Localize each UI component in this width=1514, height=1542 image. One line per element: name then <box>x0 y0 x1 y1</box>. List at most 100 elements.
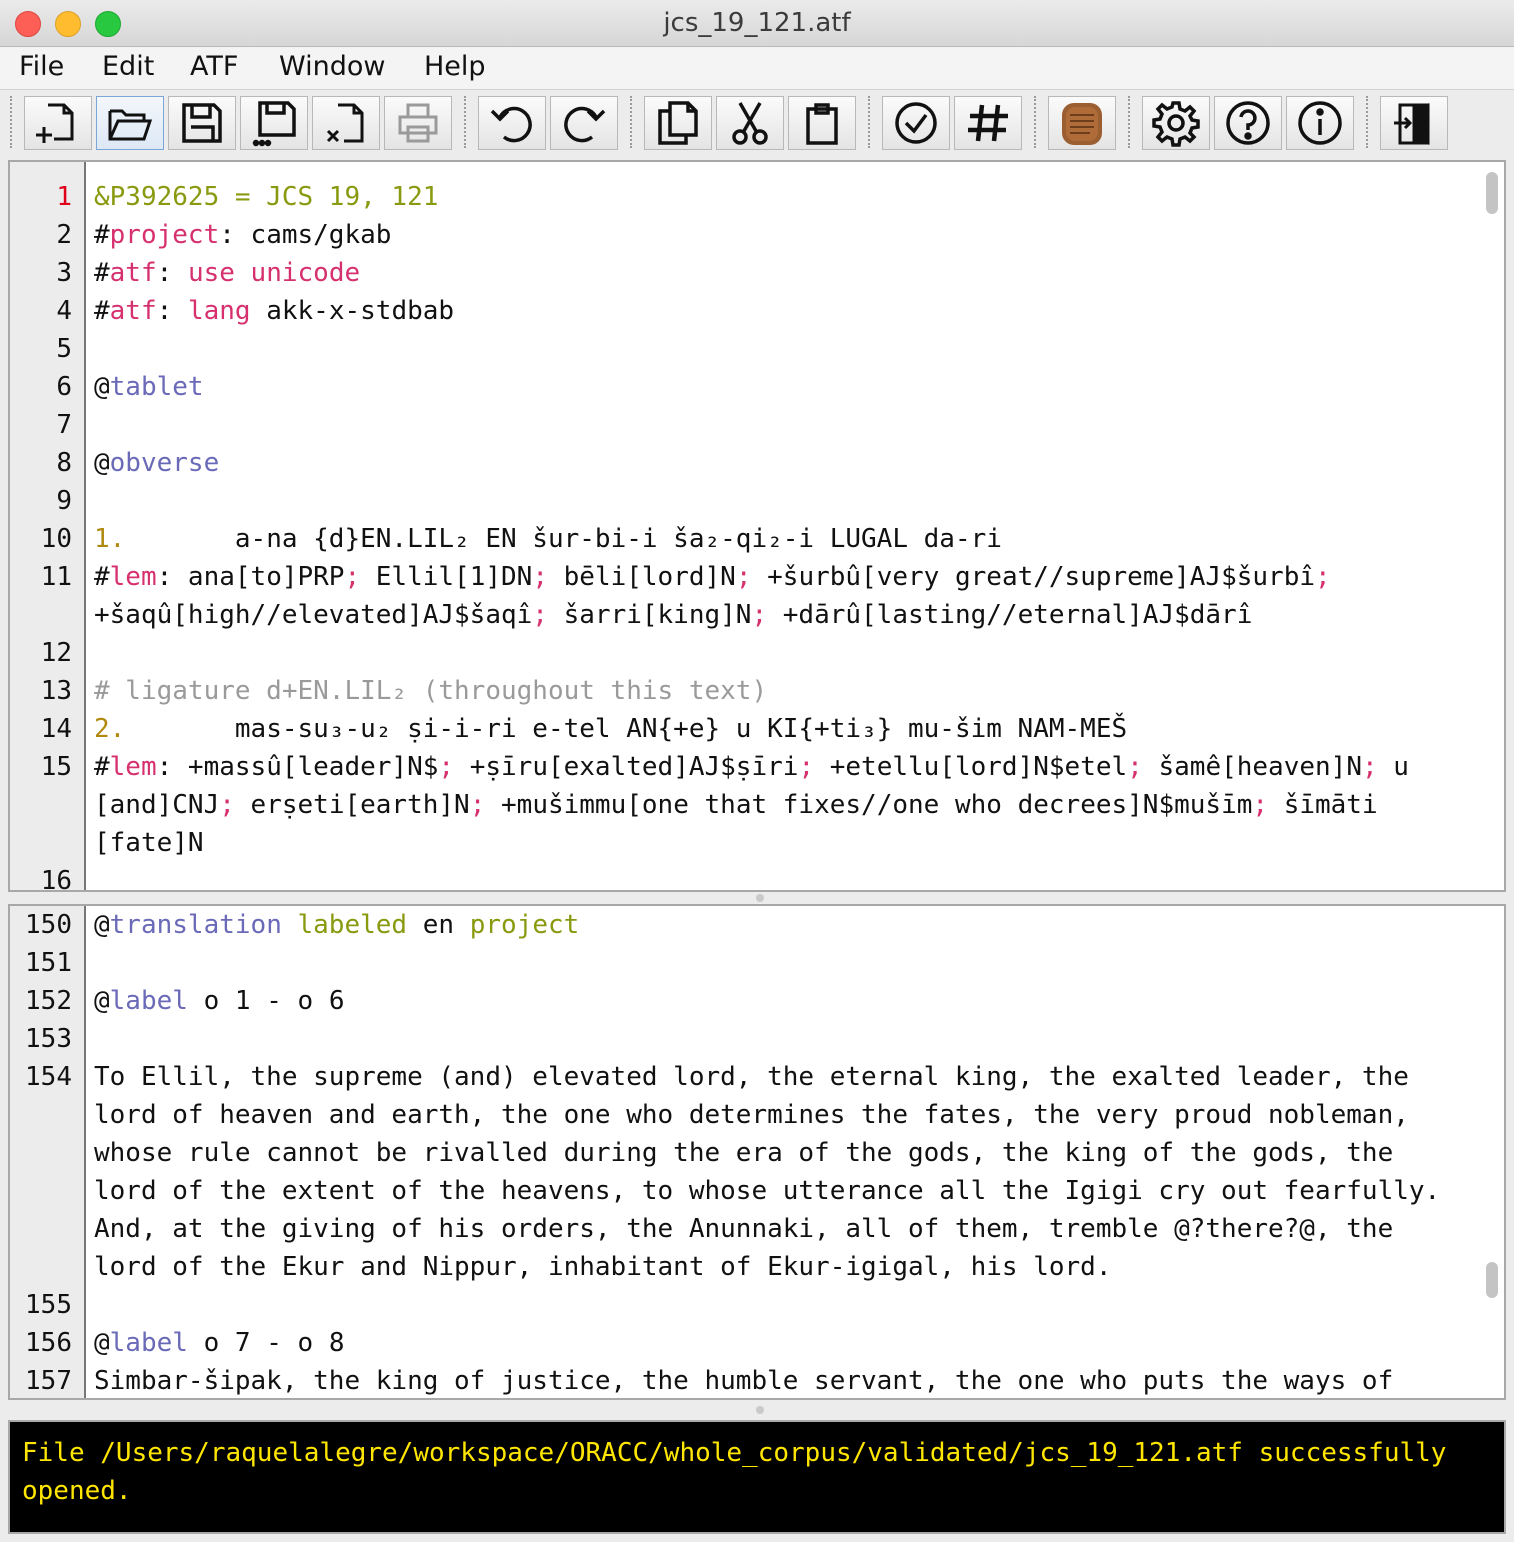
code-area[interactable]: 150 @translation labeled en project 151 152… <box>10 906 1504 1398</box>
splitter-handle[interactable] <box>756 1406 764 1414</box>
open-file-button[interactable] <box>96 96 164 150</box>
code-line[interactable]: 150 @translation labeled en project <box>10 906 1504 944</box>
lemmatise-button[interactable] <box>954 96 1022 150</box>
code-line[interactable]: 10 1. a-na {d}EN.LIL₂ EN šur-bi-i ša₂-qi₂… <box>10 520 1504 558</box>
token: a-na {d}EN.LIL₂ EN šur-bi-i ša₂-qi₂-i LU… <box>125 524 1002 554</box>
code-line[interactable]: 152 @label o 1 - o 6 <box>10 982 1504 1020</box>
code-line[interactable]: 155 <box>10 1286 1504 1324</box>
code-line[interactable]: 7 <box>10 406 1504 444</box>
validate-button[interactable] <box>882 96 950 150</box>
code-line[interactable]: 154 To Ellil, the supreme (and) elevated … <box>10 1058 1504 1286</box>
code-line[interactable]: 3 #atf: use unicode <box>10 254 1504 292</box>
print-icon <box>398 103 438 143</box>
menu-atf[interactable]: ATF <box>190 51 238 82</box>
atf-editor-main[interactable]: 1 &P392625 = JCS 19, 121 2 #project: cams/g… <box>8 160 1506 892</box>
line-text[interactable]: @label o 7 - o 8 <box>94 1324 1464 1362</box>
code-line[interactable]: 153 <box>10 1020 1504 1058</box>
exit-button[interactable] <box>1380 96 1448 150</box>
token: šarri[king]N <box>563 600 752 630</box>
code-line[interactable]: 157 Simbar-šipak, the king of justice, th… <box>10 1362 1504 1398</box>
console-output: File /Users/raquelalegre/workspace/ORACC… <box>8 1420 1506 1534</box>
code-line[interactable]: 11 #lem: ana[to]PRP; Ellil[1]DN; bēli[lor… <box>10 558 1504 634</box>
line-text[interactable]: #lem: +massû[leader]N$; +ṣīru[exalted]AJ… <box>94 748 1464 862</box>
token: 1. <box>94 524 126 554</box>
line-text[interactable]: 1. a-na {d}EN.LIL₂ EN šur-bi-i ša₂-qi₂-i… <box>94 520 1464 558</box>
code-line[interactable]: 6 @tablet <box>10 368 1504 406</box>
token: +etellu[lord]N$etel <box>829 752 1128 782</box>
splitter-handle[interactable] <box>756 894 764 902</box>
vertical-scrollbar-thumb[interactable] <box>1486 1262 1498 1298</box>
vertical-scrollbar-thumb[interactable] <box>1486 172 1498 214</box>
line-text[interactable]: #project: cams/gkab <box>94 216 1464 254</box>
new-file-button[interactable] <box>24 96 92 150</box>
line-text[interactable]: # ligature d+EN.LIL₂ (throughout this te… <box>94 672 1464 710</box>
paste-button[interactable] <box>788 96 856 150</box>
token: lem <box>109 752 157 782</box>
code-line[interactable]: 9 <box>10 482 1504 520</box>
print-button[interactable] <box>384 96 452 150</box>
undo-icon <box>490 106 532 143</box>
toolbar-separator <box>630 96 636 148</box>
code-line[interactable]: 151 <box>10 944 1504 982</box>
atf-editor-split[interactable]: 150 @translation labeled en project 151 152… <box>8 904 1506 1400</box>
menu-help[interactable]: Help <box>424 51 486 82</box>
line-number: 16 <box>40 866 72 892</box>
line-text[interactable]: 2. mas-su₃-u₂ ṣi-i-ri e-tel AN{+e} u KI{… <box>94 710 1464 748</box>
line-text[interactable]: #lem: ana[to]PRP; Ellil[1]DN; bēli[lord]… <box>94 558 1464 634</box>
menu-file[interactable]: File <box>19 51 64 82</box>
line-text[interactable]: @label o 1 - o 6 <box>94 982 1464 1020</box>
info-button[interactable] <box>1286 96 1354 150</box>
line-text[interactable]: @obverse <box>94 444 1464 482</box>
toolbar-grip[interactable] <box>10 96 16 148</box>
line-text[interactable]: To Ellil, the supreme (and) elevated lor… <box>94 1058 1464 1286</box>
help-button[interactable] <box>1214 96 1282 150</box>
code-line[interactable]: 13 # ligature d+EN.LIL₂ (throughout this … <box>10 672 1504 710</box>
code-line[interactable]: 14 2. mas-su₃-u₂ ṣi-i-ri e-tel AN{+e} u K… <box>10 710 1504 748</box>
token: # ligature d+EN.LIL₂ (throughout this te… <box>94 676 768 706</box>
token: : <box>156 258 188 288</box>
paste-icon <box>806 103 838 145</box>
line-text[interactable]: @tablet <box>94 368 1464 406</box>
line-number: 157 <box>25 1366 72 1396</box>
editor-splitter[interactable] <box>8 892 1506 904</box>
undo-button[interactable] <box>478 96 546 150</box>
menu-window[interactable]: Window <box>279 51 385 82</box>
window-title: jcs_19_121.atf <box>663 8 851 38</box>
token: &P392625 = JCS 19, 121 <box>94 182 439 212</box>
line-text[interactable]: #atf: lang akk-x-stdbab <box>94 292 1464 330</box>
cut-button[interactable] <box>716 96 784 150</box>
code-line[interactable]: 156 @label o 7 - o 8 <box>10 1324 1504 1362</box>
code-line[interactable]: 1 &P392625 = JCS 19, 121 <box>10 178 1504 216</box>
token: akk-x-stdbab <box>250 296 455 326</box>
save-button[interactable] <box>168 96 236 150</box>
token: @ <box>94 372 110 402</box>
code-line[interactable]: 15 #lem: +massû[leader]N$; +ṣīru[exalted]… <box>10 748 1504 862</box>
redo-button[interactable] <box>550 96 618 150</box>
code-area[interactable]: 1 &P392625 = JCS 19, 121 2 #project: cams/g… <box>10 178 1504 892</box>
menu-edit[interactable]: Edit <box>102 51 154 82</box>
close-file-button[interactable] <box>312 96 380 150</box>
token: ; <box>798 752 830 782</box>
line-number: 152 <box>25 986 72 1016</box>
console-splitter[interactable] <box>8 1404 1506 1416</box>
token: o 7 - o 8 <box>187 1328 345 1358</box>
code-line[interactable]: 12 <box>10 634 1504 672</box>
line-text[interactable]: #atf: use unicode <box>94 254 1464 292</box>
copy-button[interactable] <box>644 96 712 150</box>
code-line[interactable]: 8 @obverse <box>10 444 1504 482</box>
token: lem <box>109 562 157 592</box>
code-line[interactable]: 5 <box>10 330 1504 368</box>
token: project <box>109 220 220 250</box>
code-line[interactable]: 16 <box>10 862 1504 892</box>
code-line[interactable]: 2 #project: cams/gkab <box>10 216 1504 254</box>
code-line[interactable]: 4 #atf: lang akk-x-stdbab <box>10 292 1504 330</box>
token: Simbar-šipak, the king of justice, the h… <box>94 1366 1394 1396</box>
tablet-button[interactable] <box>1048 96 1116 150</box>
line-text[interactable]: @translation labeled en project <box>94 906 1464 944</box>
line-text[interactable]: Simbar-šipak, the king of justice, the h… <box>94 1362 1464 1398</box>
settings-button[interactable] <box>1142 96 1210 150</box>
save-as-button[interactable] <box>240 96 308 150</box>
line-text[interactable]: &P392625 = JCS 19, 121 <box>94 178 1464 216</box>
token: atf <box>109 258 157 288</box>
